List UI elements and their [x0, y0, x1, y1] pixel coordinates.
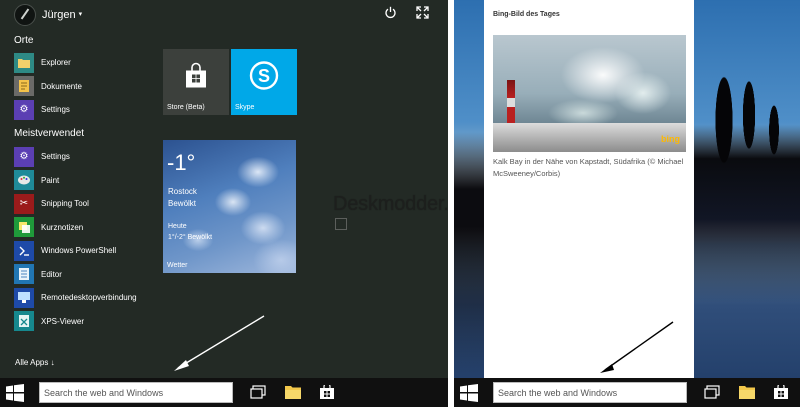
menu-item-powershell[interactable]: Windows PowerShell [14, 239, 137, 263]
scissors-icon: ✂ [14, 193, 34, 214]
palette-icon [14, 170, 34, 191]
xps-icon [14, 311, 34, 332]
terminal-icon [14, 240, 34, 261]
menu-item-explorer[interactable]: Explorer [14, 51, 82, 75]
folder-icon [14, 52, 34, 73]
taskbar: Search the web and Windows [0, 378, 448, 407]
menu-item-xps-viewer[interactable]: XPS-Viewer [14, 310, 137, 334]
weather-today-label: Heute [168, 223, 187, 230]
menu-item-label: Dokumente [41, 81, 82, 91]
menu-item-editor[interactable]: Editor [14, 263, 137, 287]
places-list: Explorer Dokumente ⚙ Settings [14, 51, 82, 122]
menu-item-snipping-tool[interactable]: ✂ Snipping Tool [14, 192, 137, 216]
menu-item-label: Paint [41, 175, 60, 185]
task-view-icon[interactable] [250, 385, 266, 404]
menu-item-label: Remotedesktopverbindung [41, 293, 137, 303]
desktop-bing-panel: Bing-Bild des Tages bing Kalk Bay in der… [454, 0, 800, 407]
watermark-text: Deskmodder.de [333, 193, 448, 215]
user-account[interactable]: Jürgen ▾ [14, 4, 83, 26]
store-icon[interactable] [774, 382, 788, 404]
power-icon[interactable] [384, 6, 397, 21]
chevron-down-icon: ▾ [78, 10, 83, 18]
windows-logo-icon[interactable] [460, 384, 478, 402]
document-icon [14, 76, 34, 97]
menu-item-documents[interactable]: Dokumente [14, 75, 82, 99]
menu-item-label: Windows PowerShell [41, 246, 117, 256]
menu-item-label: Editor [41, 269, 62, 279]
store-icon[interactable] [320, 382, 334, 404]
file-explorer-icon[interactable] [739, 385, 755, 404]
menu-item-settings[interactable]: ⚙ Settings [14, 98, 82, 122]
menu-item-label: XPS-Viewer [41, 316, 84, 326]
menu-item-label: Explorer [41, 58, 71, 68]
lighthouse-shape [507, 80, 515, 125]
menu-item-label: Kurznotizen [41, 222, 84, 232]
taskbar: Search the web and Windows [454, 378, 800, 407]
all-apps-link[interactable]: Alle Apps ↓ [15, 358, 55, 367]
watermark: Deskmodder.de [333, 193, 448, 239]
menu-item-label: Settings [41, 105, 70, 115]
avatar [14, 4, 36, 26]
start-menu: Jürgen ▾ Orte Explorer Dokumente ⚙ Setti… [0, 0, 448, 407]
bing-logo: bing [661, 134, 680, 144]
menu-item-settings[interactable]: ⚙ Settings [14, 145, 137, 169]
weather-tile[interactable]: -1° Rostock Bewölkt Heute 1°/-2° Bewölkt… [163, 140, 296, 273]
annotation-arrow [600, 321, 674, 373]
tile-label: Skype [235, 104, 255, 111]
notepad-icon [14, 264, 34, 285]
menu-item-sticky-notes[interactable]: Kurznotizen [14, 216, 137, 240]
store-bag-icon [183, 62, 209, 94]
bing-panel-title: Bing-Bild des Tages [493, 11, 560, 18]
weather-city: Rostock [168, 187, 197, 196]
weather-forecast: 1°/-2° Bewölkt [168, 234, 213, 241]
menu-item-label: Settings [41, 152, 70, 162]
search-input[interactable]: Search the web and Windows [39, 382, 233, 403]
desktop-wallpaper-left [454, 0, 485, 378]
sticky-note-icon [14, 217, 34, 238]
most-used-heading: Meistverwendet [14, 128, 85, 139]
menu-item-paint[interactable]: Paint [14, 169, 137, 193]
bing-image-caption: Kalk Bay in der Nähe von Kapstadt, Südaf… [493, 157, 684, 178]
most-used-list: ⚙ Settings Paint ✂ Snipping Tool Kurznot… [14, 145, 137, 333]
user-name: Jürgen [42, 9, 76, 21]
expand-icon[interactable] [416, 6, 429, 21]
weather-temperature: -1° [167, 150, 196, 175]
pier-shape [493, 123, 686, 152]
skype-tile[interactable]: S Skype [231, 49, 297, 115]
windows-logo-icon[interactable] [6, 384, 24, 402]
task-view-icon[interactable] [704, 385, 720, 404]
watermark-mark [335, 218, 347, 230]
menu-item-label: Snipping Tool [41, 199, 89, 209]
file-explorer-icon[interactable] [285, 385, 301, 404]
menu-item-remote-desktop[interactable]: Remotedesktopverbindung [14, 286, 137, 310]
search-input[interactable]: Search the web and Windows [493, 382, 687, 403]
tile-label: Wetter [167, 262, 188, 269]
gear-icon: ⚙ [14, 99, 34, 120]
store-tile[interactable]: Store (Beta) [163, 49, 229, 115]
bing-image-of-the-day[interactable]: bing [493, 35, 686, 152]
desktop-wallpaper-right [694, 0, 800, 378]
tile-label: Store (Beta) [167, 104, 205, 111]
places-heading: Orte [14, 35, 34, 46]
annotation-arrow [174, 315, 265, 371]
weather-condition: Bewölkt [168, 199, 197, 208]
skype-icon: S [249, 61, 279, 96]
gear-icon: ⚙ [14, 146, 34, 167]
svg-text:S: S [258, 66, 270, 86]
remote-desktop-icon [14, 287, 34, 308]
